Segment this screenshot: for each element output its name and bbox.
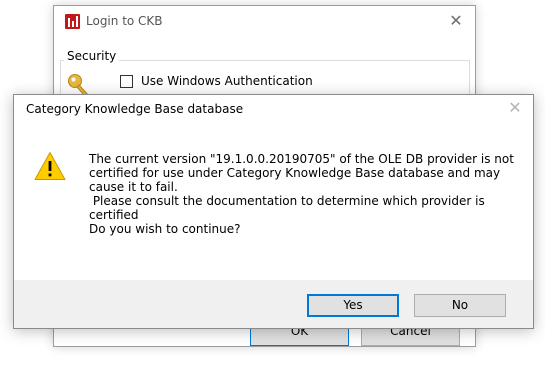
message-line: cause it to fail. xyxy=(89,180,178,194)
screen: Login to CKB ✕ Security Use Windows Auth… xyxy=(0,0,545,367)
message-box-title: Category Knowledge Base database xyxy=(26,102,244,116)
warning-icon xyxy=(34,152,66,180)
message-box-footer: Yes No xyxy=(14,280,533,328)
yes-button[interactable]: Yes xyxy=(307,294,399,317)
windows-auth-checkbox[interactable] xyxy=(120,75,133,88)
windows-auth-label[interactable]: Use Windows Authentication xyxy=(141,74,313,88)
message-line: certified xyxy=(89,208,139,222)
login-titlebar: Login to CKB ✕ xyxy=(54,6,475,36)
message-line: Do you wish to continue? xyxy=(89,222,241,236)
security-legend: Security xyxy=(64,49,120,63)
message-line: certified for use under Category Knowled… xyxy=(89,166,501,180)
message-text: The current version "19.1.0.0.20190705" … xyxy=(89,152,514,236)
login-window-title: Login to CKB xyxy=(86,14,163,28)
message-box-close-icon[interactable]: ✕ xyxy=(504,98,526,118)
message-box: Category Knowledge Base database ✕ The c… xyxy=(13,94,534,329)
no-button[interactable]: No xyxy=(414,294,506,317)
ckb-app-icon xyxy=(65,14,80,29)
message-line: Please consult the documentation to dete… xyxy=(89,194,485,208)
login-close-icon[interactable]: ✕ xyxy=(445,11,467,31)
message-line: The current version "19.1.0.0.20190705" … xyxy=(89,152,514,166)
